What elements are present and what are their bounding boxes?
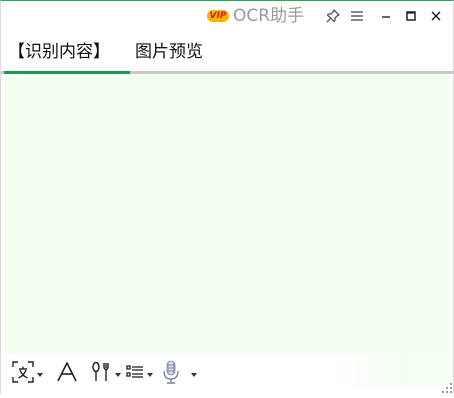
vip-badge[interactable]: VIP [207, 10, 229, 22]
list-format-button[interactable] [125, 360, 153, 388]
ocr-assistant-window: VIP OCR助手 【识别内容】 图片预览 [0, 0, 454, 394]
maximize-button[interactable] [400, 5, 422, 27]
pin-button[interactable] [322, 5, 344, 27]
typography-button[interactable] [89, 360, 121, 388]
menu-icon [349, 8, 365, 24]
close-icon [429, 9, 443, 23]
chevron-down-icon [147, 373, 153, 377]
list-format-icon [125, 362, 145, 386]
font-icon [55, 360, 79, 388]
bottom-toolbar [5, 357, 335, 391]
title-bar[interactable]: VIP OCR助手 [1, 1, 453, 31]
tab-recognized-content[interactable]: 【识别内容】 [8, 33, 110, 71]
minimize-icon [379, 9, 393, 23]
microphone-icon [159, 359, 183, 389]
pin-icon [325, 8, 341, 24]
chevron-down-icon [37, 373, 43, 377]
font-button[interactable] [55, 360, 79, 388]
app-title: OCR助手 [233, 6, 305, 26]
translate-icon [11, 360, 35, 388]
recognized-text-area[interactable] [5, 75, 452, 353]
typography-icon [89, 360, 113, 388]
chevron-down-icon [115, 373, 121, 377]
voice-input-button[interactable] [159, 360, 197, 388]
translate-button[interactable] [11, 360, 43, 388]
content-fade-overlay [331, 353, 452, 387]
active-tab-indicator [4, 71, 130, 74]
close-button[interactable] [425, 5, 447, 27]
minimize-button[interactable] [375, 5, 397, 27]
maximize-icon [404, 9, 418, 23]
tab-bar: 【识别内容】 图片预览 [1, 33, 453, 74]
tab-image-preview[interactable]: 图片预览 [135, 33, 203, 71]
resize-grip-icon[interactable] [441, 379, 453, 393]
menu-button[interactable] [346, 5, 368, 27]
chevron-down-icon [191, 373, 197, 377]
